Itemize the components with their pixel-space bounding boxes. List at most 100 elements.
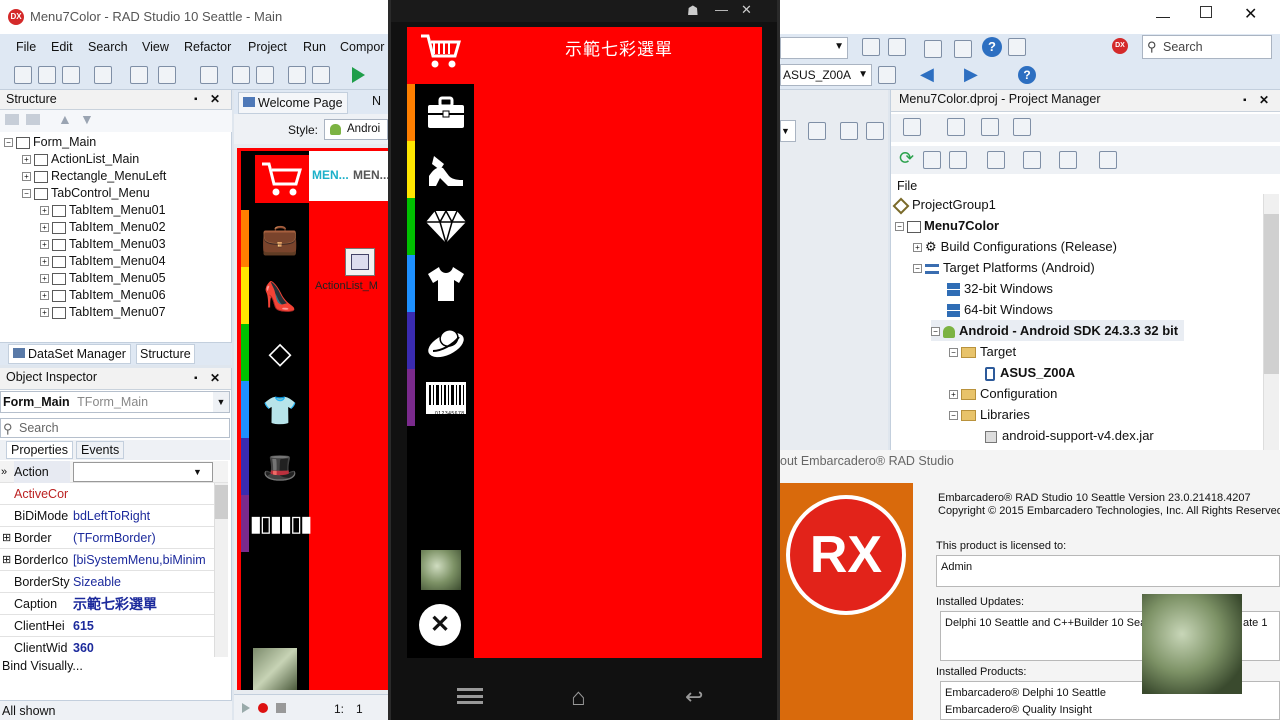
property-scrollbar[interactable] [214,483,228,657]
tools-icon[interactable] [840,122,858,140]
scrollbar-thumb[interactable] [215,485,228,519]
remove-file-icon[interactable] [158,66,176,84]
expand-icon[interactable]: + [40,274,49,284]
oi-search-input[interactable]: ⚲ Search [0,418,230,438]
collapse-icon[interactable]: − [4,138,13,148]
pm-scrollbar[interactable] [1263,194,1279,450]
reopen-icon[interactable] [94,66,112,84]
tree-item[interactable]: − Libraries [949,404,1030,425]
close-icon[interactable]: ✕ [1259,93,1269,107]
tree-item[interactable]: + TabItem_Menu04 [40,253,166,270]
tree-item[interactable]: ProjectGroup1 [892,194,996,215]
designer-briefcase-icon[interactable]: 💼 [253,214,307,264]
play-icon[interactable] [242,703,250,713]
designer-hat-icon[interactable]: 🎩 [253,442,307,492]
device-ghost-icon[interactable]: ☗ [687,3,699,19]
property-row[interactable]: BorderSty Sizeable [0,571,228,593]
tree-item[interactable]: android-support-v4.dex.jar [985,425,1154,446]
menu-refactor[interactable]: Refactor [184,40,231,54]
collapse-icon[interactable]: − [949,411,958,421]
folder-icon[interactable] [5,114,19,125]
tab-dataset-manager[interactable]: DataSet Manager [8,344,131,364]
config-select[interactable]: ▼ [780,37,848,59]
dropdown-arrow-icon[interactable]: ▼ [213,392,229,412]
menu-item-1[interactable] [417,84,474,141]
tree-item[interactable]: − Form_Main [4,134,96,151]
designer-iguana-thumb[interactable] [253,648,297,690]
tree-item[interactable]: + TabItem_Menu06 [40,287,166,304]
collapse-icon[interactable]: − [913,264,922,274]
close-window-icon[interactable]: ✕ [1244,4,1257,24]
collapse-all-icon[interactable] [949,151,967,169]
options-icon[interactable] [866,122,884,140]
strip-select[interactable]: ▼ [780,120,796,142]
new-folder-icon[interactable] [288,66,306,84]
menu-run[interactable]: Run [303,40,326,54]
mail-icon[interactable] [924,40,942,58]
toggle-form-icon[interactable] [256,66,274,84]
pin-icon[interactable]: ▪ [1243,95,1247,106]
stop-icon[interactable] [276,703,286,713]
tree-item[interactable]: + Configuration [949,383,1057,404]
menu-search[interactable]: Search [88,40,128,54]
menu-view[interactable]: View [142,40,169,54]
collapse-icon[interactable]: − [949,348,958,358]
designer-high-heel-icon[interactable]: 👠 [253,271,307,321]
bind-visually-link[interactable]: Bind Visually... [2,659,83,673]
save-icon[interactable] [200,66,218,84]
calendar-icon[interactable] [954,40,972,58]
property-value[interactable]: Sizeable [73,571,213,593]
scrollbar-thumb[interactable] [1264,214,1279,374]
collapse-icon[interactable]: − [931,327,940,337]
sync-icon[interactable]: ⟳ [899,148,914,169]
deploy-all-icon[interactable] [1099,151,1117,169]
expand-icon[interactable]: ⊞ [2,549,11,571]
avatar[interactable] [421,550,461,590]
pin-icon[interactable]: ▪ [194,94,198,105]
add-file-icon[interactable] [130,66,148,84]
property-row[interactable]: ClientWid 360 [0,637,228,657]
property-value[interactable]: (TFormBorder) [73,527,213,549]
property-row[interactable]: BiDiMode bdLeftToRight [0,505,228,527]
tree-item[interactable]: − Android - Android SDK 24.3.3 32 bit [931,320,1185,341]
back-nav-icon[interactable]: ↩ [685,684,703,710]
designer-menu-tab-1[interactable]: MEN... [312,168,349,182]
collapse-icon[interactable]: − [895,222,904,232]
property-value[interactable] [73,462,213,482]
expand-icon[interactable]: + [40,308,49,318]
tab-properties[interactable]: Properties [6,441,73,459]
device-close-icon[interactable]: ✕ [741,2,752,18]
tab-welcome-page[interactable]: Welcome Page [238,92,348,114]
tree-item[interactable]: + TabItem_Menu05 [40,270,166,287]
arrow-up-icon[interactable]: ▲ [58,111,72,127]
tree-item[interactable]: + Rectangle_MenuLeft [22,168,166,185]
folder-icon[interactable] [981,118,999,136]
menu-file[interactable]: File [16,40,36,54]
property-value[interactable]: 示範七彩選單 [73,593,213,615]
expand-icon[interactable]: ⊞ [2,527,11,549]
cart-icon-btn[interactable] [255,155,309,203]
property-row[interactable]: ActiveCor [0,483,228,505]
expand-icon[interactable]: + [40,223,49,233]
lock-icon[interactable] [808,122,826,140]
pin-icon[interactable]: ▪ [194,373,198,384]
minimize-icon[interactable]: — [1156,8,1170,24]
designer-menu-tab-2[interactable]: MEN... [353,168,390,182]
help-icon[interactable]: ? [982,37,1002,57]
close-icon[interactable]: ✕ [210,92,220,106]
filter-icon[interactable] [1023,151,1041,169]
tab-form[interactable]: N [372,94,381,108]
save-all-icon[interactable] [232,66,250,84]
close-menu-button[interactable]: ✕ [419,604,461,646]
cart-button[interactable] [419,32,469,78]
property-value[interactable]: bdLeftToRight [73,505,213,527]
tree-item[interactable]: + TabItem_Menu07 [40,304,166,321]
designer-barcode-icon[interactable]: ▮▯▮▮▯▮ [250,499,313,549]
tree-item[interactable]: 64-bit Windows [947,299,1053,320]
home-nav-icon[interactable]: ⌂ [571,684,586,712]
expand-icon[interactable]: + [40,206,49,216]
property-row[interactable]: ⊞ Border (TFormBorder) [0,527,228,549]
new-icon[interactable] [14,66,32,84]
expand-icon[interactable]: + [40,240,49,250]
actionlist-component[interactable] [345,248,375,276]
